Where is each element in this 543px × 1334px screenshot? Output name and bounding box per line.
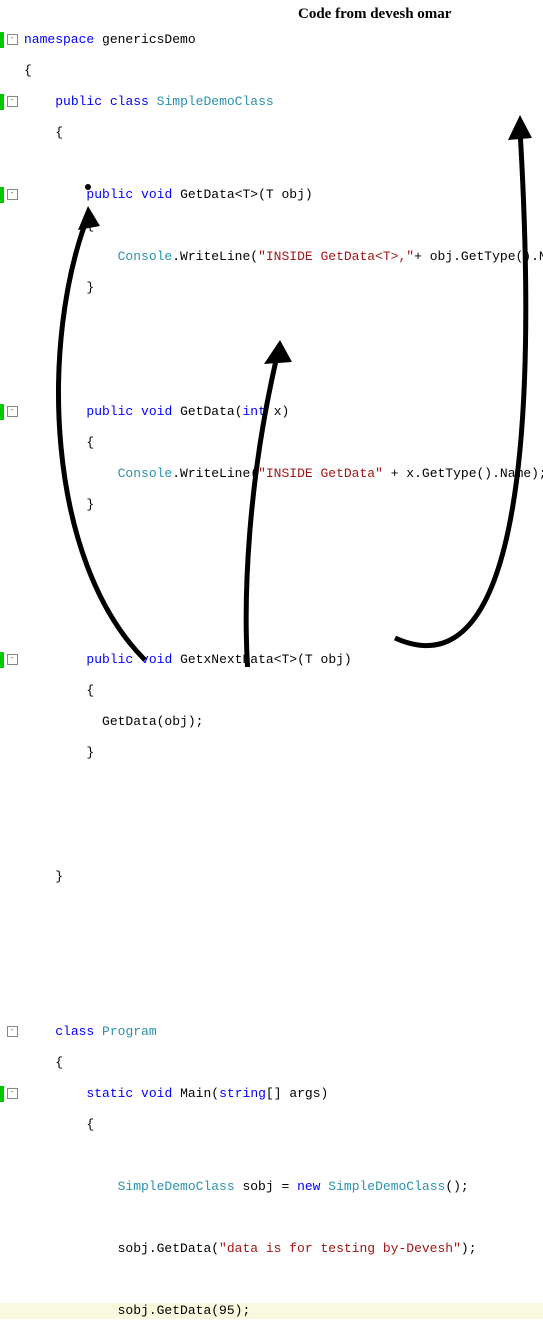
code-line: [24, 311, 543, 327]
code-line: GetData(obj);: [24, 714, 543, 730]
code-line: {: [24, 1117, 543, 1133]
code-line: public void GetData<T>(T obj): [24, 187, 543, 203]
code-line: }: [24, 869, 543, 885]
code-line: SimpleDemoClass sobj = new SimpleDemoCla…: [24, 1179, 543, 1195]
code-line: [24, 838, 543, 854]
code-line: {: [24, 125, 543, 141]
code-line: [24, 373, 543, 389]
code-line: [24, 931, 543, 947]
code-line: class Program: [24, 1024, 543, 1040]
code-line: [24, 621, 543, 637]
fold-icon[interactable]: -: [7, 189, 18, 200]
code-line: {: [24, 63, 543, 79]
code-line: {: [24, 435, 543, 451]
code-line: Console.WriteLine("INSIDE GetData" + x.G…: [24, 466, 543, 482]
fold-icon[interactable]: -: [7, 1026, 18, 1037]
code-line: [24, 528, 543, 544]
code-line: {: [24, 218, 543, 234]
fold-icon[interactable]: -: [7, 96, 18, 107]
code-line: [24, 776, 543, 792]
code-line: [24, 962, 543, 978]
code-line: namespace genericsDemo: [24, 32, 543, 48]
code-line: Console.WriteLine("INSIDE GetData<T>,"+ …: [24, 249, 543, 265]
code-line: {: [24, 1055, 543, 1071]
code-line: }: [24, 745, 543, 761]
annotation-title: Code from devesh omar: [298, 6, 451, 23]
code-line: [24, 156, 543, 172]
code-line: [24, 342, 543, 358]
code-line: [24, 1148, 543, 1164]
code-line: public void GetxNextData<T>(T obj): [24, 652, 543, 668]
code-line: [24, 993, 543, 1009]
code-line: [24, 807, 543, 823]
code-line: static void Main(string[] args): [24, 1086, 543, 1102]
code-line: [24, 1210, 543, 1226]
code-line: [24, 559, 543, 575]
fold-icon[interactable]: -: [7, 1088, 18, 1099]
code-line: [24, 1272, 543, 1288]
code-line: public class SimpleDemoClass: [24, 94, 543, 110]
code-line: sobj.GetData("data is for testing by-Dev…: [24, 1241, 543, 1257]
fold-icon[interactable]: -: [7, 654, 18, 665]
code-editor: -namespace genericsDemo { - public class…: [0, 0, 543, 1334]
code-line: {: [24, 683, 543, 699]
fold-icon[interactable]: -: [7, 406, 18, 417]
code-line: [24, 590, 543, 606]
code-line: }: [24, 280, 543, 296]
code-line: public void GetData(int x): [24, 404, 543, 420]
code-line: [24, 900, 543, 916]
fold-icon[interactable]: -: [7, 34, 18, 45]
code-line: }: [24, 497, 543, 513]
code-line: sobj.GetData(95);: [24, 1303, 543, 1319]
